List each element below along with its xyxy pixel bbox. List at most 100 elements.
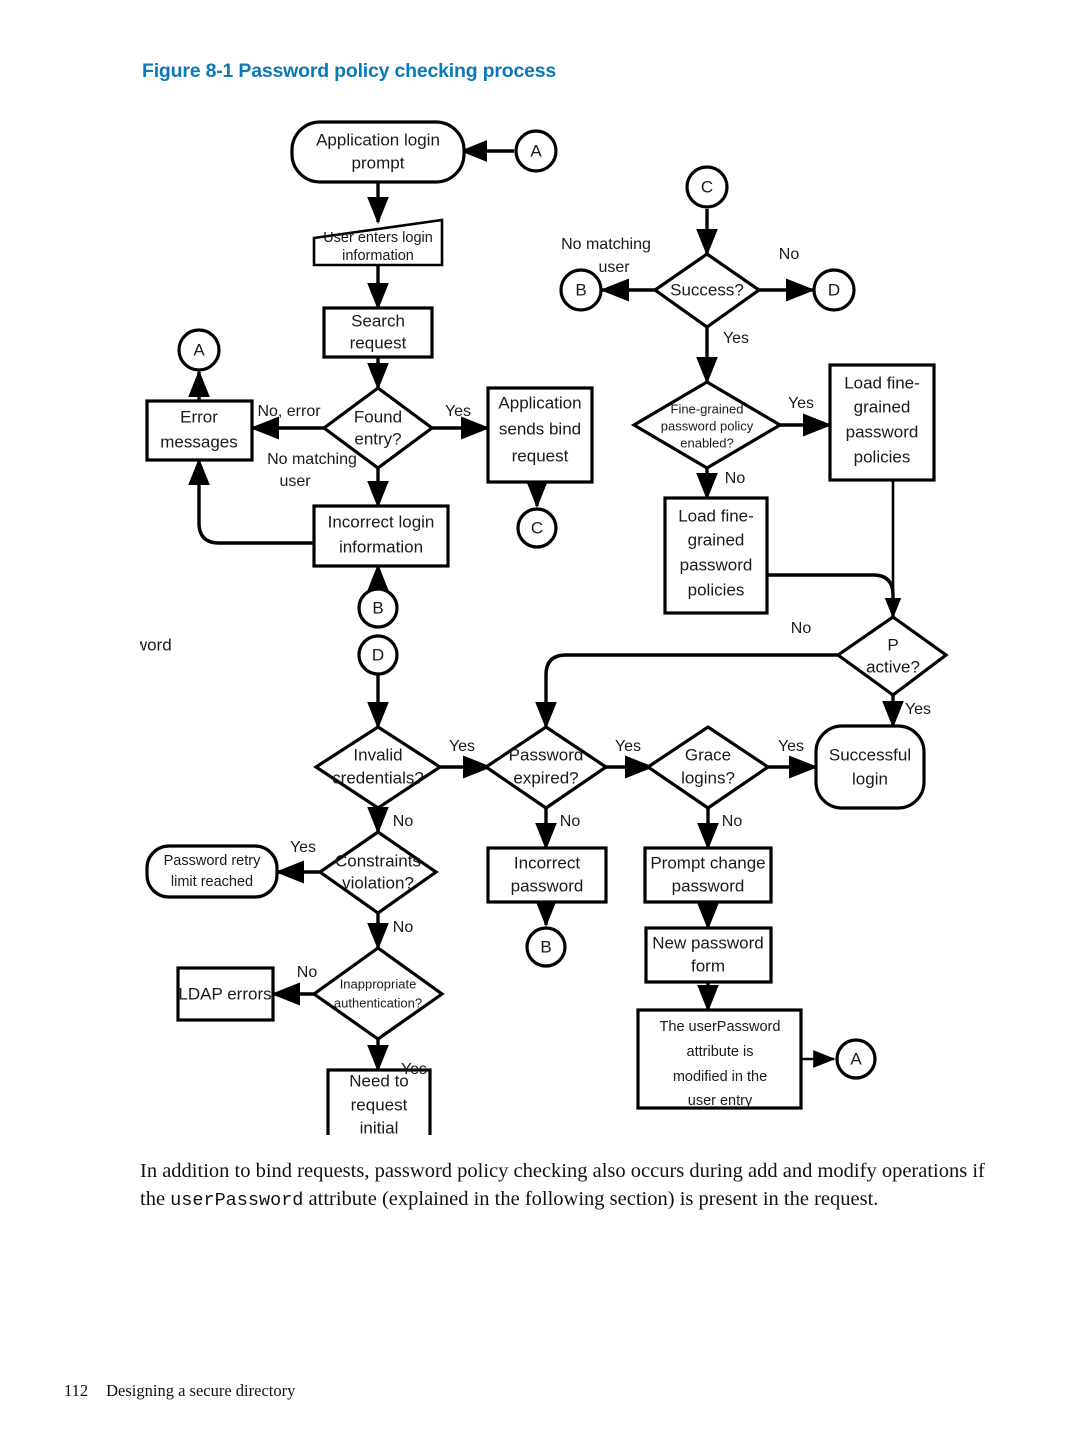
connector-d-out: D <box>812 268 856 312</box>
edge-label-inappropriate-no: No <box>297 964 318 981</box>
edge-label-invalid-no: No <box>393 813 414 830</box>
node-label: The userPassword <box>660 1019 781 1035</box>
node-label: Fine-grained <box>671 401 744 416</box>
connector-c-in: C <box>685 165 729 209</box>
node-application-sends-bind-request: Application sends bind request <box>486 386 594 484</box>
node-fine-grained-password-policy-enabled: Fine-grained password policy enabled? <box>630 380 784 470</box>
node-label: Inappropriate <box>340 976 417 991</box>
node-label: Need to <box>349 1071 409 1090</box>
node-label: password <box>846 422 919 441</box>
node-label: request <box>512 446 569 465</box>
node-label: request <box>350 333 407 352</box>
node-label: password policy <box>661 418 754 433</box>
node-label: Error <box>180 407 218 426</box>
edge-label-success-no-matching-user: No matching <box>561 236 651 253</box>
edge-label-pw-active-yes: Yes <box>905 701 931 718</box>
node-incorrect-login-information: Incorrect login information <box>312 504 450 568</box>
node-label: messages <box>160 432 237 451</box>
connector-label: A <box>530 141 542 160</box>
node-password-expired: Password expired? <box>483 725 609 810</box>
node-label: policies <box>854 447 911 466</box>
node-load-fine-grained-policies-right: Load fine- grained password policies <box>828 363 936 482</box>
node-label: Successful <box>829 745 911 764</box>
edge-pw-active-no-to-expired <box>535 653 840 730</box>
connector-label: A <box>850 1049 862 1068</box>
connector-label: B <box>540 937 551 956</box>
node-label: password <box>511 876 584 895</box>
node-label: policies <box>688 580 745 599</box>
node-label: information <box>342 248 414 264</box>
edge-label-found-yes: Yes <box>445 403 471 420</box>
node-label: New password <box>652 933 764 952</box>
node-label: expired? <box>513 768 578 787</box>
node-label: prompt <box>352 153 405 172</box>
connector-label: D <box>828 280 840 299</box>
node-need-to-request-initial: Need to request initial <box>326 1068 432 1135</box>
connector-b-bottom: B <box>525 926 567 968</box>
node-label: entry? <box>354 429 401 448</box>
node-label: Success? <box>670 280 744 299</box>
node-label: Constraints <box>335 851 421 870</box>
node-label: password <box>680 555 753 574</box>
edge-label-success-no: No <box>779 246 800 263</box>
edge-label-grace-yes: Yes <box>778 738 804 755</box>
node-load-fine-grained-policies-left: Load fine- grained password policies <box>663 496 769 615</box>
node-label: Application <box>498 393 581 412</box>
edge-label-success-yes: Yes <box>723 330 749 347</box>
node-label: Load fine- <box>844 373 920 392</box>
node-label: sends bind <box>499 419 581 438</box>
body-paragraph: In addition to bind requests, password p… <box>140 1158 1000 1214</box>
node-label: password <box>672 876 745 895</box>
node-label: login <box>852 769 888 788</box>
node-label: information <box>339 537 423 556</box>
connector-a-left: A <box>177 328 221 372</box>
page-number: 112 <box>64 1381 89 1400</box>
edge-label-invalid-yes: Yes <box>449 738 475 755</box>
node-label: Application login <box>316 130 440 149</box>
node-grace-logins: Grace logins? <box>645 725 771 810</box>
connector-label: D <box>372 645 384 664</box>
edge-label-fgpp-no: No <box>725 470 746 487</box>
connector-b-in: B <box>357 587 399 629</box>
node-label: violation? <box>342 873 414 892</box>
node-label: initial <box>360 1118 399 1135</box>
edge-label-expired-no: No <box>560 813 581 830</box>
node-label: modified in the <box>673 1069 767 1085</box>
node-successful-login: Successful login <box>814 724 926 810</box>
figure-title: Figure 8-1 Password policy checking proc… <box>142 60 557 82</box>
node-label: logins? <box>681 768 735 787</box>
node-label: grained <box>688 530 745 549</box>
node-search-request: Search request <box>322 306 434 359</box>
edge-label-expired-yes: Yes <box>615 738 641 755</box>
node-label: enabled? <box>680 435 734 450</box>
connector-a-top: A <box>514 129 558 173</box>
node-error-messages: Error messages <box>145 399 254 462</box>
node-constraints-violation: Constraints violation? <box>317 830 439 915</box>
connector-label: B <box>372 598 383 617</box>
connector-label: A <box>193 340 205 359</box>
edge-label-success-no-matching-user: user <box>598 259 630 276</box>
node-ldap-errors: LDAP errors <box>176 966 275 1022</box>
node-label: limit reached <box>171 874 253 890</box>
connector-c-out: C <box>516 507 558 549</box>
node-label: Found <box>354 407 402 426</box>
node-user-enters-login-information: User enters login information <box>312 218 444 267</box>
node-prompt-change-password: Prompt change password <box>643 846 773 904</box>
node-label: Grace <box>685 745 731 764</box>
edge-label-no-matching-user: No matching <box>267 451 357 468</box>
connector-a-bottom: A <box>835 1038 877 1080</box>
node-label: user entry <box>688 1093 753 1109</box>
body-text-part2: attribute (explained in the following se… <box>303 1187 879 1210</box>
node-label: Search <box>351 311 405 330</box>
node-inappropriate-authentication: Inappropriate authentication? <box>311 946 445 1041</box>
node-incorrect-password: Incorrect password <box>486 846 608 904</box>
node-success: Success? <box>652 252 762 329</box>
node-label: Incorrect login <box>328 512 435 531</box>
edge-label-inappropriate-yes: Yes <box>401 1061 427 1078</box>
document-page: Figure 8-1 Password policy checking proc… <box>0 0 1080 1438</box>
node-label: active? <box>866 657 920 676</box>
flowchart-figure: Application login prompt A User enters l… <box>140 110 960 1135</box>
node-userpassword-attribute-modified: The userPassword attribute is modified i… <box>636 1008 803 1110</box>
connector-label: B <box>575 280 586 299</box>
node-application-login-prompt: Application login prompt <box>290 120 466 184</box>
